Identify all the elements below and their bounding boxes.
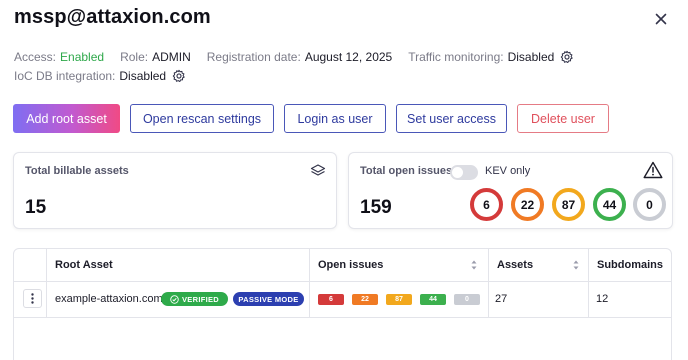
column-header-assets[interactable]: Assets	[489, 249, 533, 281]
traffic-value: Disabled	[507, 50, 555, 64]
medium-issue-chip: 87	[386, 294, 412, 305]
warning-icon	[643, 161, 663, 179]
ioc-settings-gear-icon[interactable]	[172, 69, 186, 83]
info-issues-ring[interactable]: 0	[633, 188, 666, 221]
low-issue-chip: 44	[420, 294, 446, 305]
column-header-open-issues[interactable]: Open issues	[310, 249, 383, 281]
open-issues-card: Total open issues KEV only 159 6 22 87 4…	[348, 152, 673, 229]
kebab-icon	[31, 293, 34, 304]
column-header-subdomains: Subdomains	[597, 259, 664, 271]
registration-info: Registration date: August 12, 2025	[207, 50, 392, 64]
column-header-root-asset: Root Asset	[55, 259, 113, 271]
open-issues-label: Total open issues	[360, 165, 453, 177]
traffic-info: Traffic monitoring: Disabled	[408, 50, 574, 64]
low-issues-ring[interactable]: 44	[593, 188, 626, 221]
row-menu-button[interactable]	[23, 289, 42, 308]
info-issue-chip: 0	[454, 294, 480, 305]
role-value: ADMIN	[152, 50, 191, 64]
access-value: Enabled	[60, 50, 105, 64]
high-issues-ring[interactable]: 22	[511, 188, 544, 221]
role-info: Role: ADMIN	[120, 50, 191, 64]
registration-value: August 12, 2025	[304, 50, 393, 64]
critical-issues-ring[interactable]: 6	[470, 188, 503, 221]
verified-badge: VERIFIED	[161, 292, 228, 306]
login-as-user-button[interactable]: Login as user	[284, 104, 386, 133]
set-user-access-button[interactable]: Set user access	[396, 104, 507, 133]
ioc-info: IoC DB integration: Disabled	[14, 69, 186, 83]
delete-user-button[interactable]: Delete user	[517, 104, 609, 133]
billable-assets-value: 15	[25, 197, 47, 218]
root-asset-name[interactable]: example-attaxion.com	[55, 281, 163, 317]
close-icon[interactable]	[652, 10, 670, 28]
critical-issue-chip: 6	[318, 294, 344, 305]
ioc-label: IoC DB integration:	[14, 69, 116, 83]
verified-badge-label: VERIFIED	[182, 294, 219, 304]
layers-icon	[310, 164, 326, 176]
add-root-asset-button[interactable]: Add root asset	[13, 104, 120, 133]
kev-only-toggle[interactable]	[450, 165, 478, 180]
check-circle-icon	[170, 294, 179, 304]
access-info: Access: Enabled	[14, 50, 104, 64]
high-issue-chip: 22	[352, 294, 378, 305]
billable-assets-label: Total billable assets	[25, 165, 129, 177]
traffic-label: Traffic monitoring:	[408, 50, 504, 64]
traffic-settings-gear-icon[interactable]	[560, 50, 574, 64]
toggle-knob	[452, 167, 463, 178]
sort-open-issues-icon[interactable]	[470, 260, 478, 270]
ioc-value: Disabled	[119, 69, 167, 83]
user-meta-row: Access: Enabled Role: ADMIN Registration…	[14, 50, 590, 64]
passive-mode-badge: PASSIVE MODE	[233, 292, 304, 306]
medium-issues-ring[interactable]: 87	[552, 188, 585, 221]
access-label: Access:	[14, 50, 57, 64]
open-rescan-settings-button[interactable]: Open rescan settings	[130, 104, 274, 133]
kev-only-label: KEV only	[485, 165, 531, 177]
open-issues-value: 159	[360, 197, 392, 218]
root-assets-table: Root Asset Open issues Assets Subdomains…	[13, 248, 672, 360]
role-label: Role:	[120, 50, 149, 64]
sort-assets-icon[interactable]	[572, 260, 580, 270]
row-divider	[14, 317, 671, 318]
row-assets-count: 27	[495, 293, 508, 305]
ioc-meta-row: IoC DB integration: Disabled	[14, 69, 202, 83]
billable-assets-card: Total billable assets 15	[13, 152, 337, 229]
page-title: mssp@attaxion.com	[14, 6, 211, 28]
row-subdomains-count: 12	[596, 293, 609, 305]
registration-label: Registration date:	[206, 50, 301, 64]
